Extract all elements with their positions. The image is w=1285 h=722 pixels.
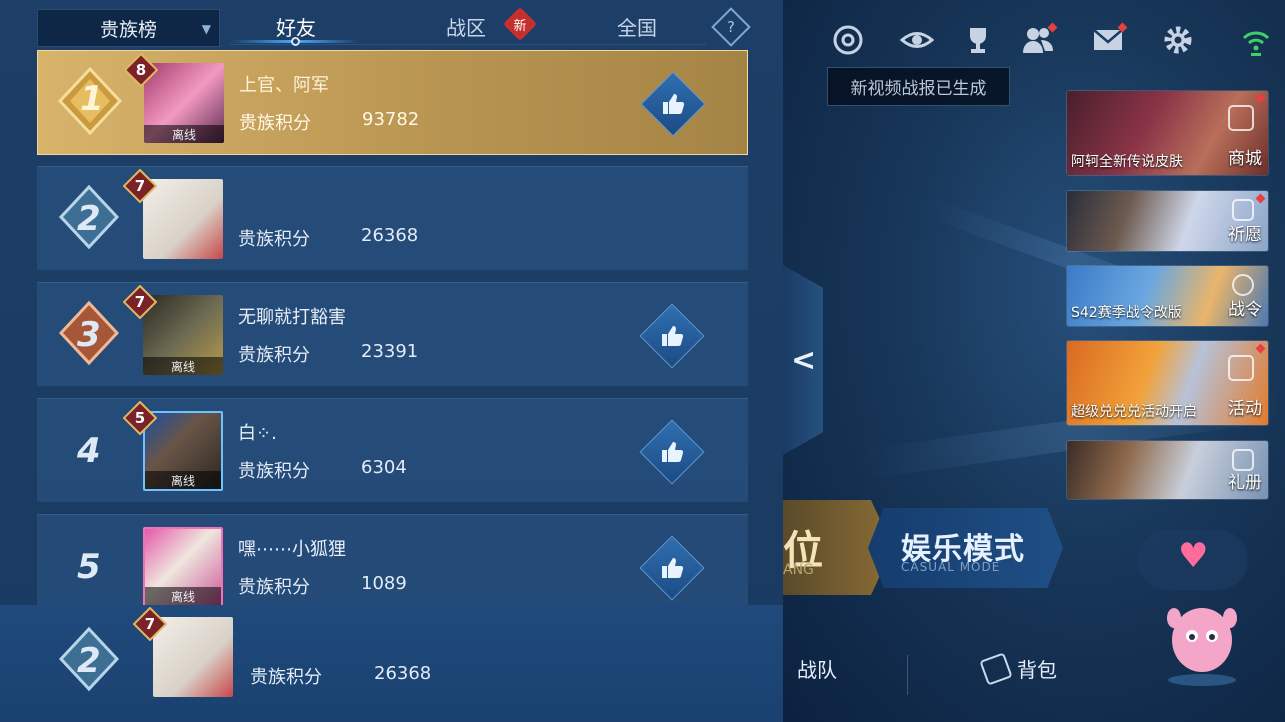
eye-icon[interactable]	[897, 20, 937, 60]
offline-label: 离线	[145, 587, 221, 605]
player-name: 上官、阿军	[239, 75, 329, 96]
noble-level-badge-icon	[124, 53, 158, 87]
battlepass-icon	[1232, 274, 1254, 296]
offline-label: 离线	[143, 357, 223, 375]
promo-caption: S42赛季战令改版	[1071, 305, 1182, 321]
promo-label-shop: 商城	[1228, 149, 1262, 169]
ranking-row[interactable]: 4 离线 5 白⁘. 贵族积分 6304	[37, 398, 748, 502]
rank-number: 3	[77, 315, 101, 355]
my-ranking-row[interactable]: 2 7 贵族积分 26368	[0, 605, 783, 722]
help-icon: ?	[727, 18, 735, 36]
game-screen: 新视频战报已生成 阿轲全新传说皮肤 商城 祈愿 S42赛季战令改版 战令 超级兑…	[0, 0, 1285, 722]
score-value: 23391	[361, 341, 419, 362]
collapse-panel-button[interactable]: <	[783, 265, 823, 455]
rank-number: 1	[80, 79, 104, 119]
rank-number: 4	[77, 431, 101, 471]
noble-level-badge-icon	[133, 607, 167, 641]
promo-label-giftbook: 礼册	[1228, 473, 1262, 493]
wish-icon	[1232, 199, 1254, 221]
like-button[interactable]	[640, 71, 706, 137]
ranking-row[interactable]: 1 离线 8 上官、阿军 贵族积分 93782	[37, 50, 748, 155]
casual-mode-button[interactable]: 娱乐模式 CASUAL MODE	[868, 508, 1063, 588]
nav-bag-label: 背包	[1017, 658, 1057, 682]
casual-mode-sublabel: CASUAL MODE	[901, 560, 1001, 574]
score-label: 贵族积分	[239, 113, 311, 134]
pet-mascot-icon[interactable]	[1160, 588, 1245, 688]
backpack-icon	[979, 651, 1013, 686]
score-value: 1089	[361, 573, 407, 594]
offline-label: 离线	[144, 125, 224, 143]
new-badge-label: 新	[513, 18, 527, 34]
promo-label-activity: 活动	[1228, 399, 1262, 419]
replay-target-icon[interactable]	[828, 20, 868, 60]
promo-caption: 超级兑兑兑活动开启	[1071, 404, 1197, 420]
activity-chest-icon	[1228, 355, 1254, 381]
thumbs-up-icon	[662, 558, 684, 578]
shop-icon	[1228, 105, 1254, 131]
nav-team-label: 战队	[797, 658, 837, 682]
like-button[interactable]	[639, 419, 705, 485]
score-label: 贵族积分	[238, 577, 310, 598]
mail-icon[interactable]	[1088, 20, 1128, 60]
chevron-left-icon: <	[791, 343, 817, 378]
promo-label-wish: 祈愿	[1228, 225, 1262, 245]
score-value: 26368	[361, 225, 419, 246]
promo-wish[interactable]: 祈愿	[1066, 190, 1269, 252]
trophy-icon[interactable]	[958, 20, 998, 60]
thumbs-up-icon	[663, 94, 685, 114]
score-label: 贵族积分	[238, 461, 310, 482]
promo-activity[interactable]: 超级兑兑兑活动开启 活动	[1066, 340, 1269, 426]
tab-national[interactable]: 全国	[617, 12, 657, 41]
rank-number: 2	[77, 199, 101, 239]
promo-giftbook[interactable]: 礼册	[1066, 440, 1269, 500]
ranking-tabs: 贵族榜 ▼ 好友 战区 新 全国 ?	[0, 0, 783, 50]
heart-button[interactable]: ♥	[1138, 530, 1248, 590]
player-name: 白⁘.	[238, 423, 277, 444]
score-value: 6304	[361, 457, 407, 478]
score-label: 贵族积分	[250, 667, 322, 688]
promo-caption: 阿轲全新传说皮肤	[1071, 154, 1183, 170]
score-label: 贵族积分	[238, 229, 310, 250]
chevron-down-icon: ▼	[201, 22, 211, 36]
new-badge: 新	[503, 7, 537, 41]
ranked-mode-sublabel: ANG	[783, 562, 814, 578]
player-name: 嘿⋯⋯小狐狸	[238, 539, 346, 560]
tabs-divider	[230, 44, 706, 45]
offline-label: 离线	[145, 471, 221, 489]
noble-level-badge-icon	[123, 401, 157, 435]
rank-number: 5	[77, 547, 101, 587]
wifi-signal-icon	[1242, 31, 1270, 56]
ranking-row[interactable]: 2 7 贵族积分 26368	[37, 166, 748, 270]
promo-label-battlepass: 战令	[1228, 300, 1262, 320]
ranking-row[interactable]: 3 离线 7 无聊就打豁害 贵族积分 23391	[37, 282, 748, 386]
thumbs-up-icon	[662, 326, 684, 346]
promo-shop[interactable]: 阿轲全新传说皮肤 商城	[1066, 90, 1269, 176]
video-report-tooltip[interactable]: 新视频战报已生成	[827, 67, 1010, 106]
thumbs-up-icon	[662, 442, 684, 462]
player-name: 无聊就打豁害	[238, 307, 346, 328]
rank-number: 2	[77, 641, 101, 681]
friends-icon[interactable]	[1018, 20, 1058, 60]
active-tab-dot	[291, 37, 300, 46]
ranking-type-dropdown[interactable]: 贵族榜 ▼	[37, 9, 220, 47]
dropdown-label: 贵族榜	[99, 18, 157, 41]
help-button[interactable]: ?	[711, 7, 751, 47]
noble-level-badge-icon	[123, 285, 157, 319]
heart-icon: ♥	[1178, 536, 1209, 576]
promo-battlepass[interactable]: S42赛季战令改版 战令	[1066, 265, 1269, 327]
ranking-row[interactable]: 5 离线 嘿⋯⋯小狐狸 贵族积分 1089	[37, 514, 748, 607]
avatar[interactable]: 离线	[143, 527, 223, 607]
like-button[interactable]	[639, 535, 705, 601]
nav-bag[interactable]: 背包	[979, 651, 1057, 686]
noble-level-badge-icon	[123, 169, 157, 203]
like-button[interactable]	[639, 303, 705, 369]
score-value: 26368	[374, 663, 432, 684]
nav-team[interactable]: 战队	[797, 654, 837, 683]
score-label: 贵族积分	[238, 345, 310, 366]
tab-zone[interactable]: 战区	[446, 12, 486, 41]
settings-gear-icon[interactable]	[1158, 20, 1198, 60]
nav-divider	[907, 655, 908, 695]
score-value: 93782	[362, 109, 420, 130]
